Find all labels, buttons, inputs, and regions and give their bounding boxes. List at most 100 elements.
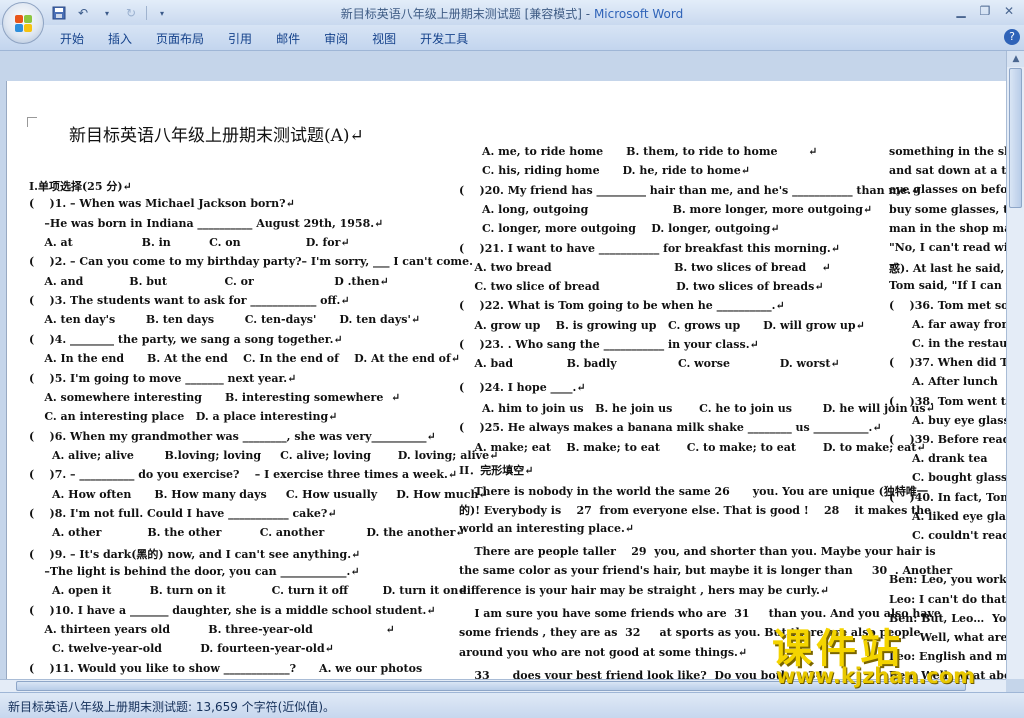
document-line: ( )7. – __________ do you exercise? – I … xyxy=(29,468,458,482)
title-bar: ↶ ▾ ↻ ▾ 新目标英语八年级上册期末测试题 [兼容模式] - Microso… xyxy=(0,0,1024,25)
document-line: eye glasses on before re xyxy=(889,183,1006,197)
document-line: There is nobody in the world the same 26… xyxy=(459,485,928,499)
document-line: Tom said, "If I can read xyxy=(889,279,1006,293)
document-line: ( )10. I have a _______ daughter, she is… xyxy=(29,603,436,617)
document-line: Ben: Leo, you work too xyxy=(889,573,1006,587)
tab-view[interactable]: 视图 xyxy=(372,30,396,47)
ribbon-tab-bar: 开始 插入 页面布局 引用 邮件 审阅 视图 开发工具 ? xyxy=(0,25,1024,51)
document-line: There are people taller 29 you, and shor… xyxy=(459,545,936,558)
document-line: C. bought glasses xyxy=(911,471,1006,485)
title-separator: - xyxy=(581,7,594,21)
tab-mailings[interactable]: 邮件 xyxy=(276,30,300,47)
document-line: ( )8. I'm not full. Could I have _______… xyxy=(29,506,337,520)
document-line: C. twelve-year-old D. fourteen-year-old↵ xyxy=(29,642,334,656)
document-line: C. two slice of bread D. two slices of b… xyxy=(459,280,824,294)
document-line: ( )37. When did Tom g xyxy=(889,356,1006,370)
document-line: C. in the restauran xyxy=(911,337,1006,350)
document-line: ( )23. . Who sang the ___________ in you… xyxy=(459,338,759,351)
document-line: man in the shop made xyxy=(889,221,1006,235)
document-line: A. two bread B. two slices of bread ↵ xyxy=(459,260,831,274)
document-line: A. somewhere interesting B. interesting … xyxy=(29,390,401,404)
document-line: "No, I can't read with xyxy=(889,241,1006,254)
document-line: something in the shop, xyxy=(889,145,1006,158)
document-line: A. How often B. How many days C. How usu… xyxy=(29,487,488,501)
document-line: ( )36. Tom met some o xyxy=(889,298,1006,312)
watermark-url: www.kjzhan.com xyxy=(776,664,976,688)
document-line: C. his, riding home D. he, ride to home↵ xyxy=(459,164,750,178)
document-line: A. grow up B. is growing up C. grows up … xyxy=(459,318,865,332)
window-title: 新目标英语八年级上册期末测试题 [兼容模式] - Microsoft Word xyxy=(0,5,1024,22)
document-line: A. at B. in C. on D. for↵ xyxy=(29,236,350,250)
tab-home[interactable]: 开始 xyxy=(60,30,84,47)
window-controls: ▁ ❐ ✕ xyxy=(950,2,1020,20)
document-line: ( )22. What is Tom going to be when he _… xyxy=(459,299,785,313)
document-line: I.单项选择(25 分)↵ xyxy=(29,180,132,193)
office-button[interactable] xyxy=(2,2,44,44)
document-line: ( )20. My friend has _________ hair than… xyxy=(459,183,921,197)
status-bar: 新目标英语八年级上册期末测试题: 13,659 个字符(近似值)。 xyxy=(0,692,1024,718)
document-line: ( )11. Would you like to show __________… xyxy=(29,661,423,675)
document-line: C. longer, more outgoing D. longer, outg… xyxy=(459,222,780,236)
document-line: ( )25. He always makes a banana milk sha… xyxy=(459,421,882,435)
document-line: A. me, to ride home B. them, to ride to … xyxy=(459,145,818,158)
status-word-count[interactable]: 新目标英语八年级上册期末测试题: 13,659 个字符(近似值)。 xyxy=(8,698,335,715)
document-line: ( )5. I'm going to move _______ next yea… xyxy=(29,371,297,385)
document-line: C. an interesting place D. a place inter… xyxy=(29,410,338,424)
maximize-icon[interactable]: ❐ xyxy=(974,2,996,20)
document-line: ( )21. I want to have ___________ for br… xyxy=(459,241,840,255)
document-line: ( )2. – Can you come to my birthday part… xyxy=(29,255,473,269)
tab-insert[interactable]: 插入 xyxy=(108,30,132,47)
document-line: A. buy eye glasses f xyxy=(911,413,1006,427)
document-line: A. drank tea xyxy=(889,452,988,466)
ribbon-tabs: 开始 插入 页面布局 引用 邮件 审阅 视图 开发工具 xyxy=(60,30,492,47)
document-line: A. long, outgoing B. more longer, more o… xyxy=(459,202,873,216)
office-button-icon xyxy=(15,15,33,33)
document-line: around you who are not good at some thin… xyxy=(459,645,748,659)
document-heading: 新目标英语八年级上册期末测试题(A)↵ xyxy=(69,126,364,146)
document-line: buy some glasses, too. I xyxy=(889,202,1006,216)
document-line: ( )24. I hope ____.↵ xyxy=(459,380,586,394)
minimize-icon[interactable]: ▁ xyxy=(950,2,972,20)
document-line: and sat down at a tabl xyxy=(889,164,1006,178)
document-line: A. open it B. turn on it C. turn it off … xyxy=(29,584,468,598)
vertical-scrollbar[interactable]: ▲ xyxy=(1006,51,1024,679)
document-line: A. him to join us B. he join us C. he to… xyxy=(459,401,935,415)
document-line: ( )38. Tom went to a re xyxy=(889,394,1006,408)
document-line: Leo: I can't do that. I h xyxy=(889,592,1006,606)
document-line: difference is your hair may be straight … xyxy=(459,583,830,597)
document-line: ( )3. The students want to ask for _____… xyxy=(29,294,350,308)
document-line: ( )6. When my grandmother was ________, … xyxy=(29,429,436,443)
tab-page-layout[interactable]: 页面布局 xyxy=(156,30,204,47)
document-workspace: 新目标英语八年级上册期末测试题(A)↵ I.单项选择(25 分)↵ ( )1. –… xyxy=(0,51,1024,711)
site-watermark: 课件站 www.kjzhan.com xyxy=(772,616,1018,692)
tab-references[interactable]: 引用 xyxy=(228,30,252,47)
document-line: 的)! Everybody is 27 from everyone else. … xyxy=(459,504,932,518)
document-line: A. alive; alive B.loving; loving C. aliv… xyxy=(29,448,499,462)
document-line: world an interesting place.↵ xyxy=(459,521,635,535)
document-line: –The light is behind the door, you can _… xyxy=(29,565,360,578)
document-line: ( )40. In fact, Tom ___ xyxy=(889,490,1006,504)
document-line: A. bad B. badly C. worse D. worst↵ xyxy=(459,357,840,371)
document-line: A. In the end B. At the end C. In the en… xyxy=(29,352,460,366)
document-line: A. make; eat B. make; to eat C. to make;… xyxy=(459,440,926,454)
document-line: A. far away from t xyxy=(911,317,1006,331)
document-line: A. and B. but C. or D .then↵ xyxy=(29,274,389,288)
tab-review[interactable]: 审阅 xyxy=(324,30,348,47)
document-line: ( )1. – When was Michael Jackson born?↵ xyxy=(29,197,295,211)
document-line: the same color as your friend's hair, bu… xyxy=(459,564,953,578)
document-line: ( )9. – It's dark(黑的) now, and I can't s… xyxy=(29,547,361,561)
document-line: 惑). At last he said, "E xyxy=(889,262,1005,276)
scroll-up-icon[interactable]: ▲ xyxy=(1007,51,1024,67)
document-line: A. thirteen years old B. three-year-old … xyxy=(29,623,395,637)
document-title: 新目标英语八年级上册期末测试题 [兼容模式] xyxy=(340,7,582,21)
margin-corner-mark xyxy=(27,117,37,127)
document-line: A. other B. the other C. another D. the … xyxy=(29,526,465,540)
document-line: A. ten day's B. ten days C. ten-days' D.… xyxy=(29,313,421,327)
scrollbar-thumb[interactable] xyxy=(1009,68,1022,208)
tab-developer[interactable]: 开发工具 xyxy=(420,30,468,47)
document-line: A. After lunch B. xyxy=(911,375,998,389)
document-line: A. liked eye glasses xyxy=(911,509,1006,523)
help-icon[interactable]: ? xyxy=(1004,29,1020,45)
close-icon[interactable]: ✕ xyxy=(998,2,1020,20)
word-window: ↶ ▾ ↻ ▾ 新目标英语八年级上册期末测试题 [兼容模式] - Microso… xyxy=(0,0,1024,718)
